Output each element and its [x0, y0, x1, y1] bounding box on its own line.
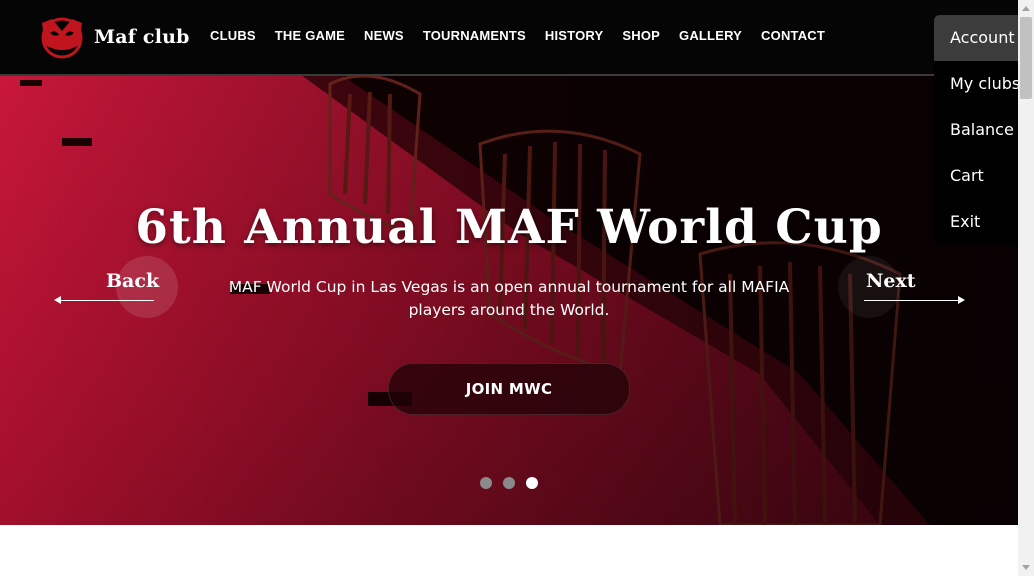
slider-back-button[interactable]: Back: [54, 254, 178, 318]
scroll-up-arrow-icon[interactable]: [1018, 0, 1034, 17]
brand[interactable]: Maf club: [38, 15, 190, 59]
menu-item-exit[interactable]: Exit: [934, 199, 1018, 245]
hero-title: 6th Annual MAF World Cup: [135, 200, 883, 255]
hero-subtitle: MAF World Cup in Las Vegas is an open an…: [228, 278, 790, 319]
maf-mask-logo-icon: [41, 17, 83, 59]
nav-contact[interactable]: CONTACT: [761, 28, 825, 43]
nav-gallery[interactable]: GALLERY: [679, 28, 742, 43]
nav-clubs[interactable]: CLUBS: [210, 28, 256, 43]
vertical-scrollbar[interactable]: [1018, 0, 1034, 576]
hero-slider: 6th Annual MAF World Cup MAF World Cup i…: [0, 74, 1018, 525]
back-label: Back: [106, 270, 160, 292]
nav-the-game[interactable]: THE GAME: [275, 28, 345, 43]
slider-dot-1[interactable]: [480, 477, 492, 489]
slider-dot-3[interactable]: [526, 477, 538, 489]
nav-news[interactable]: NEWS: [364, 28, 404, 43]
arrow-right-icon: [864, 300, 960, 301]
nav-tournaments[interactable]: TOURNAMENTS: [423, 28, 526, 43]
arrow-left-head-icon: [54, 296, 61, 304]
top-navigation-bar: Maf club CLUBS THE GAME NEWS TOURNAMENTS…: [0, 0, 1018, 76]
menu-item-cart[interactable]: Cart: [934, 153, 1018, 199]
arrow-right-head-icon: [958, 296, 965, 304]
scroll-down-arrow-icon[interactable]: [1018, 559, 1034, 576]
scrollbar-thumb[interactable]: [1020, 17, 1032, 99]
nav-shop[interactable]: SHOP: [622, 28, 660, 43]
menu-item-my-clubs[interactable]: My clubs: [934, 61, 1018, 107]
account-dropdown-menu: Account My clubs Balance Cart Exit: [934, 15, 1018, 245]
slider-dot-2[interactable]: [503, 477, 515, 489]
join-mwc-button[interactable]: JOIN MWC: [388, 363, 630, 415]
menu-item-balance[interactable]: Balance: [934, 107, 1018, 153]
main-nav: CLUBS THE GAME NEWS TOURNAMENTS HISTORY …: [210, 28, 844, 43]
next-label: Next: [866, 270, 916, 292]
brand-name: Maf club: [94, 26, 190, 48]
arrow-left-icon: [58, 300, 154, 301]
menu-item-account[interactable]: Account: [934, 15, 1018, 61]
slider-next-button[interactable]: Next: [838, 254, 966, 318]
slider-dots: [480, 477, 549, 489]
nav-history[interactable]: HISTORY: [545, 28, 603, 43]
